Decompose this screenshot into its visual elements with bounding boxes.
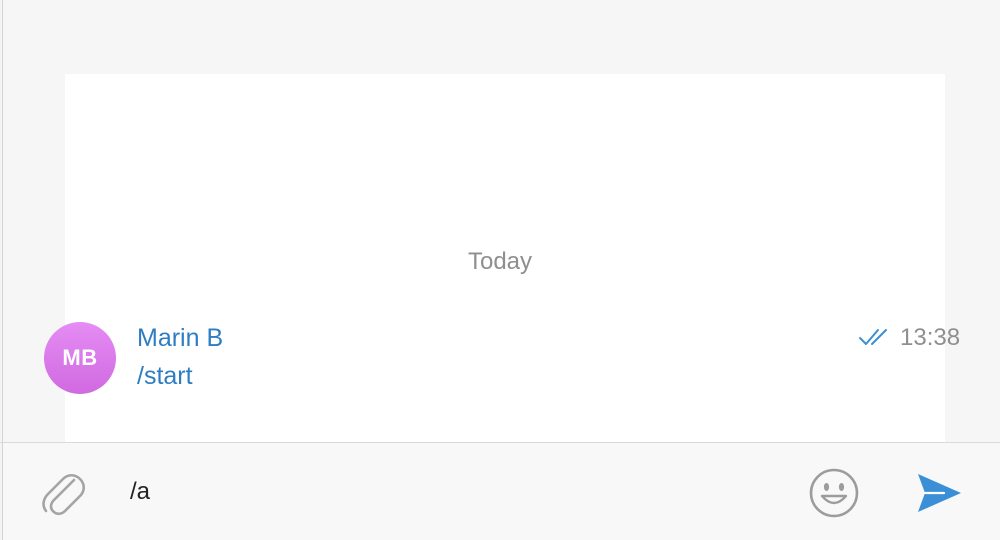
date-separator: Today (467, 248, 533, 275)
message-sender-name[interactable]: Marin B (137, 324, 223, 353)
paperclip-icon[interactable] (38, 466, 88, 518)
message-time: 13:38 (900, 324, 961, 351)
message-input[interactable] (130, 474, 770, 510)
smiley-icon[interactable] (807, 466, 861, 520)
send-arrow-icon[interactable] (914, 470, 964, 516)
avatar[interactable]: MB (44, 322, 116, 394)
avatar-initials: MB (62, 345, 98, 370)
double-check-icon (859, 329, 887, 345)
message-text[interactable]: /start (137, 362, 193, 391)
